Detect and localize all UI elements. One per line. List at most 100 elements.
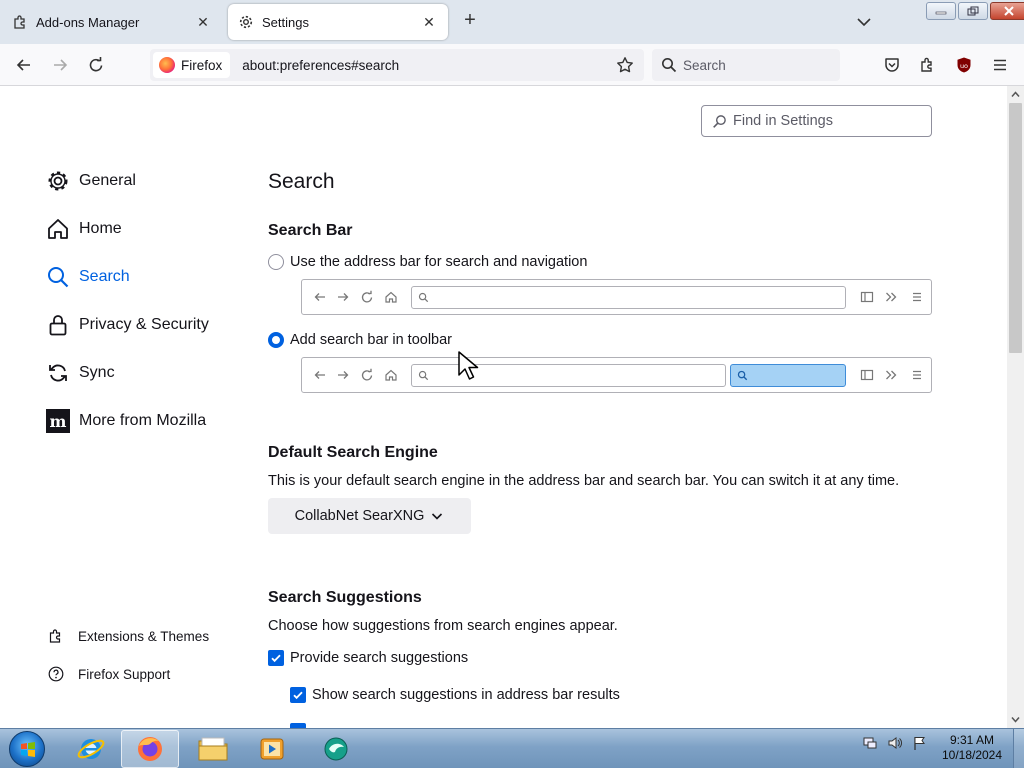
media-player-icon (260, 738, 284, 760)
footer-link-label: Firefox Support (78, 666, 171, 682)
close-tab-icon[interactable]: ✕ (420, 13, 438, 31)
system-tray (862, 735, 928, 751)
toolbar-search-radio-option[interactable]: Add search bar in toolbar (268, 332, 452, 348)
chevron-down-icon (430, 509, 444, 523)
category-privacy-security[interactable]: Privacy & Security (46, 310, 209, 340)
back-button[interactable] (12, 53, 36, 77)
svg-text:uo: uo (960, 62, 968, 70)
scroll-up-arrow-icon (1011, 91, 1020, 97)
system-clock[interactable]: 9:31 AM 10/18/2024 (936, 733, 1008, 763)
forward-arrow-icon (338, 293, 349, 301)
category-label: Home (79, 220, 122, 237)
forward-button[interactable] (48, 53, 72, 77)
address-bar[interactable]: Firefox about:preferences#search (150, 49, 644, 81)
taskbar-media-player[interactable] (243, 730, 301, 768)
reload-button[interactable] (84, 53, 108, 77)
action-center-flag-icon[interactable] (912, 735, 928, 751)
new-tab-button[interactable]: + (459, 10, 481, 32)
clock-time: 9:31 AM (949, 733, 995, 747)
toolbar-search-input[interactable]: Search (652, 49, 840, 81)
app-globe-icon (324, 737, 348, 761)
minimize-button[interactable] (926, 2, 956, 20)
scrollbar-thumb[interactable] (1009, 103, 1022, 353)
gear-icon (238, 14, 254, 30)
network-icon[interactable] (862, 735, 878, 751)
category-label: Privacy & Security (79, 316, 209, 333)
find-in-settings-input[interactable]: Find in Settings (701, 105, 932, 137)
radio-button-selected[interactable] (268, 332, 284, 348)
home-icon (385, 369, 397, 381)
close-tab-icon[interactable]: ✕ (194, 13, 212, 31)
search-icon (713, 114, 726, 128)
ublock-shield-icon: uo (957, 57, 971, 73)
category-search[interactable]: Search (46, 262, 130, 292)
option-label: Use the address bar for search and navig… (290, 254, 588, 270)
default-engine-dropdown[interactable]: CollabNet SearXNG (268, 498, 471, 534)
show-desktop-button[interactable] (1013, 729, 1024, 768)
category-label: Sync (79, 364, 115, 381)
folder-icon (198, 737, 228, 761)
radio-button[interactable] (268, 254, 284, 270)
puzzle-icon (48, 628, 64, 644)
search-suggestions-heading: Search Suggestions (268, 589, 422, 606)
firefox-logo-icon (159, 57, 175, 73)
volume-icon[interactable] (887, 735, 903, 751)
taskbar-firefox[interactable] (121, 730, 179, 768)
bookmark-star-icon[interactable] (614, 54, 636, 76)
category-home[interactable]: Home (46, 214, 122, 244)
pocket-button[interactable] (880, 53, 904, 77)
category-sync[interactable]: Sync (46, 358, 115, 388)
preview-searchbar-highlighted (730, 364, 846, 387)
forward-arrow-icon (338, 371, 349, 379)
reload-icon (361, 290, 373, 303)
window-controls (924, 2, 1024, 20)
tab-title: Settings (262, 14, 309, 30)
app-menu-button[interactable] (988, 53, 1012, 77)
extensions-themes-link[interactable]: Extensions & Themes (48, 625, 209, 647)
help-icon (48, 666, 64, 682)
identity-box[interactable]: Firefox (153, 52, 231, 78)
checkbox-checked[interactable] (290, 687, 306, 703)
category-general[interactable]: General (46, 166, 136, 196)
reload-icon (89, 57, 103, 72)
mozilla-icon: m (46, 409, 70, 433)
pocket-icon (885, 58, 899, 72)
tab-settings[interactable]: Settings ✕ (228, 4, 448, 40)
settings-page: Find in Settings General Home Search Pri… (0, 86, 1007, 728)
restore-button[interactable] (958, 2, 988, 20)
page-scrollbar[interactable] (1007, 86, 1024, 728)
tab-addons-manager[interactable]: Add-ons Manager ✕ (2, 4, 222, 40)
extensions-button[interactable] (916, 53, 940, 77)
category-more-from-mozilla[interactable]: m More from Mozilla (46, 406, 206, 436)
reload-icon (361, 368, 373, 381)
taskbar-internet-explorer[interactable] (62, 730, 120, 768)
hamburger-menu-icon (913, 370, 921, 380)
address-bar-radio-option[interactable]: Use the address bar for search and navig… (268, 254, 587, 270)
show-in-address-bar-checkbox-option[interactable]: Show search suggestions in address bar r… (290, 687, 620, 703)
provide-suggestions-checkbox-option[interactable]: Provide search suggestions (268, 650, 468, 666)
ublock-origin-button[interactable]: uo (952, 53, 976, 77)
list-all-tabs-button[interactable] (854, 12, 874, 32)
checkmark-icon (271, 654, 281, 663)
windows-logo-icon (21, 742, 35, 757)
taskbar-file-explorer[interactable] (184, 730, 242, 768)
checkbox-checked[interactable] (268, 650, 284, 666)
option-label: Show search suggestions in address bar r… (312, 687, 620, 703)
url-text[interactable]: about:preferences#search (242, 58, 614, 73)
toolbar-search-preview (301, 357, 932, 393)
close-window-button[interactable] (990, 2, 1024, 20)
start-button[interactable] (9, 731, 45, 767)
windows-taskbar: 9:31 AM 10/18/2024 (0, 728, 1024, 768)
home-icon (385, 291, 397, 303)
search-icon (418, 292, 429, 303)
tab-title: Add-ons Manager (36, 14, 140, 30)
firefox-support-link[interactable]: Firefox Support (48, 663, 170, 685)
sidebar-icon (860, 291, 874, 303)
lock-icon (46, 313, 70, 337)
puzzle-icon (921, 57, 932, 72)
puzzle-icon (12, 14, 28, 30)
taskbar-app[interactable] (307, 730, 365, 768)
default-search-engine-heading: Default Search Engine (268, 444, 438, 461)
mouse-cursor-icon (458, 351, 479, 380)
page-title: Search (268, 170, 335, 193)
